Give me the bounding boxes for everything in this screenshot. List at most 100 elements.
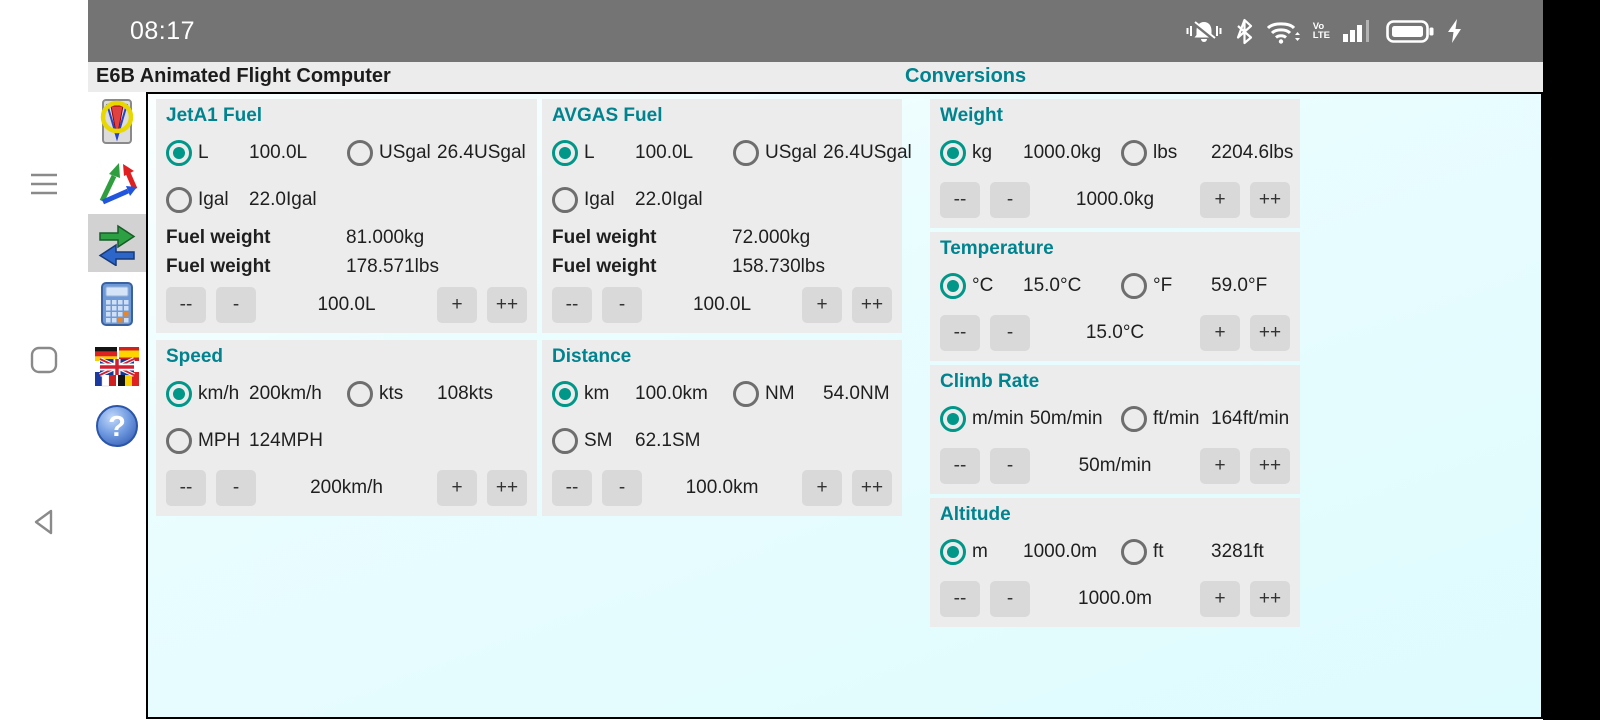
converted-value: 200km/h [249,382,322,404]
recents-button[interactable] [20,342,68,378]
decrement-fast-button[interactable]: -- [940,315,980,351]
radio-selected-icon[interactable] [166,139,192,166]
sidebar-item-help[interactable]: ? [88,398,146,454]
radio-selected-icon[interactable] [940,405,966,432]
radio-option-label: m/min [972,407,1024,429]
radio-option-kg[interactable]: kg 1000.0kg [940,139,1121,166]
radio-option-label: Igal [584,188,615,210]
radio-option-sm[interactable]: SM 62.1SM [552,427,733,454]
radio-unselected-icon[interactable] [1121,139,1147,166]
charging-bolt-icon [1448,19,1461,43]
decrement-button[interactable]: - [602,470,642,506]
radio-selected-icon[interactable] [166,380,192,407]
decrement-button[interactable]: - [602,287,642,323]
radio-option-l[interactable]: L 100.0L [166,139,347,166]
radio-option-f[interactable]: °F 59.0°F [1121,272,1267,299]
decrement-fast-button[interactable]: -- [166,470,206,506]
increment-button[interactable]: + [1200,448,1240,484]
radio-option-km[interactable]: km 100.0km [552,380,733,407]
increment-fast-button[interactable]: ++ [1250,448,1290,484]
radio-unselected-icon[interactable] [347,139,373,166]
radio-option-kts[interactable]: kts 108kts [347,380,493,407]
radio-selected-icon[interactable] [552,380,578,407]
decrement-fast-button[interactable]: -- [552,470,592,506]
radio-option-igal[interactable]: Igal 22.0Igal [552,186,733,213]
increment-button[interactable]: + [802,287,842,323]
radio-option-m-min[interactable]: m/min 50m/min [940,405,1121,432]
radio-option-km-h[interactable]: km/h 200km/h [166,380,347,407]
increment-button[interactable]: + [1200,182,1240,218]
radio-option-mph[interactable]: MPH 124MPH [166,427,347,454]
radio-option-label: L [584,141,595,163]
menu-button[interactable] [20,166,68,202]
radio-option-usgal[interactable]: USgal 26.4USgal [347,139,526,166]
info-label: Fuel weight [166,255,271,277]
increment-button[interactable]: + [437,287,477,323]
radio-unselected-icon[interactable] [166,186,192,213]
increment-fast-button[interactable]: ++ [1250,182,1290,218]
decrement-fast-button[interactable]: -- [940,581,980,617]
radio-option-ft-min[interactable]: ft/min 164ft/min [1121,405,1289,432]
decrement-button[interactable]: - [216,470,256,506]
bluetooth-icon [1236,18,1252,44]
radio-option-c[interactable]: °C 15.0°C [940,272,1121,299]
radio-option-m[interactable]: m 1000.0m [940,538,1121,565]
radio-selected-icon[interactable] [940,272,966,299]
decrement-fast-button[interactable]: -- [166,287,206,323]
radio-selected-icon[interactable] [940,139,966,166]
screen-title: Conversions [905,65,1027,87]
back-button[interactable] [20,504,68,540]
radio-unselected-icon[interactable] [1121,538,1147,565]
increment-fast-button[interactable]: ++ [487,470,527,506]
radio-unselected-icon[interactable] [552,427,578,454]
decrement-button[interactable]: - [990,581,1030,617]
converted-value: 50m/min [1029,407,1103,429]
radio-option-l[interactable]: L 100.0L [552,139,733,166]
radio-option-usgal[interactable]: USgal 26.4USgal [733,139,912,166]
decrement-fast-button[interactable]: -- [940,448,980,484]
converted-value: 54.0NM [823,382,890,404]
radio-unselected-icon[interactable] [1121,405,1147,432]
decrement-button[interactable]: - [990,182,1030,218]
radio-unselected-icon[interactable] [166,427,192,454]
radio-option-label: MPH [198,429,241,451]
radio-unselected-icon[interactable] [347,380,373,407]
decrement-button[interactable]: - [990,315,1030,351]
radio-unselected-icon[interactable] [733,139,759,166]
increment-button[interactable]: + [802,470,842,506]
radio-unselected-icon[interactable] [733,380,759,407]
increment-fast-button[interactable]: ++ [852,287,892,323]
decrement-button[interactable]: - [990,448,1030,484]
increment-fast-button[interactable]: ++ [1250,581,1290,617]
sidebar: ? [88,92,146,720]
radio-option-nm[interactable]: NM 54.0NM [733,380,890,407]
whiz-wheel-icon [100,99,134,144]
increment-button[interactable]: + [1200,315,1240,351]
radio-option-lbs[interactable]: lbs 2204.6lbs [1121,139,1293,166]
sidebar-item-language[interactable] [88,338,146,394]
decrement-fast-button[interactable]: -- [940,182,980,218]
decrement-fast-button[interactable]: -- [552,287,592,323]
info-label: Fuel weight [166,226,271,248]
decrement-button[interactable]: - [216,287,256,323]
radio-unselected-icon[interactable] [1121,272,1147,299]
increment-button[interactable]: + [1200,581,1240,617]
sidebar-item-conversions[interactable] [88,214,146,272]
increment-fast-button[interactable]: ++ [1250,315,1290,351]
radio-unselected-icon[interactable] [552,186,578,213]
radio-selected-icon[interactable] [552,139,578,166]
sidebar-item-calculator[interactable] [88,276,146,332]
radio-option-igal[interactable]: Igal 22.0Igal [166,186,347,213]
volte-icon: Vo LTE [1312,21,1330,41]
stepper: -- -100.0km + ++ [552,470,892,506]
increment-fast-button[interactable]: ++ [852,470,892,506]
radio-selected-icon[interactable] [940,538,966,565]
info-label: Fuel weight [552,255,657,277]
increment-button[interactable]: + [437,470,477,506]
increment-fast-button[interactable]: ++ [487,287,527,323]
panel-jeta1-fuel: JetA1 Fuel L 100.0L USgal 26.4USgal Igal 22.0I… [156,99,537,333]
sidebar-item-whiz-wheel[interactable] [88,94,146,150]
radio-option-ft[interactable]: ft 3281ft [1121,538,1264,565]
stepper-value: 100.0km [685,477,759,498]
sidebar-item-wind-triangle[interactable] [88,154,146,210]
